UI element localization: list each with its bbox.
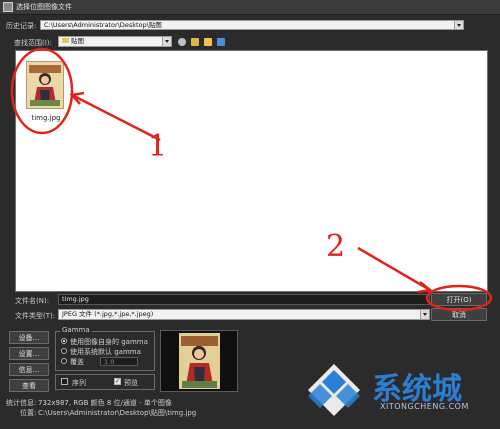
watermark-logo-icon [308, 364, 360, 416]
annotation-arrow-1 [71, 93, 161, 142]
annotation-number-1: 1 [148, 129, 168, 164]
annotation-arrow-2 [357, 246, 431, 292]
annotation-circle-file [10, 47, 74, 135]
annotation-circle-open [425, 284, 493, 312]
watermark-url: XITONGCHENG.COM [380, 402, 469, 411]
annotation-number-2: 2 [326, 229, 346, 264]
